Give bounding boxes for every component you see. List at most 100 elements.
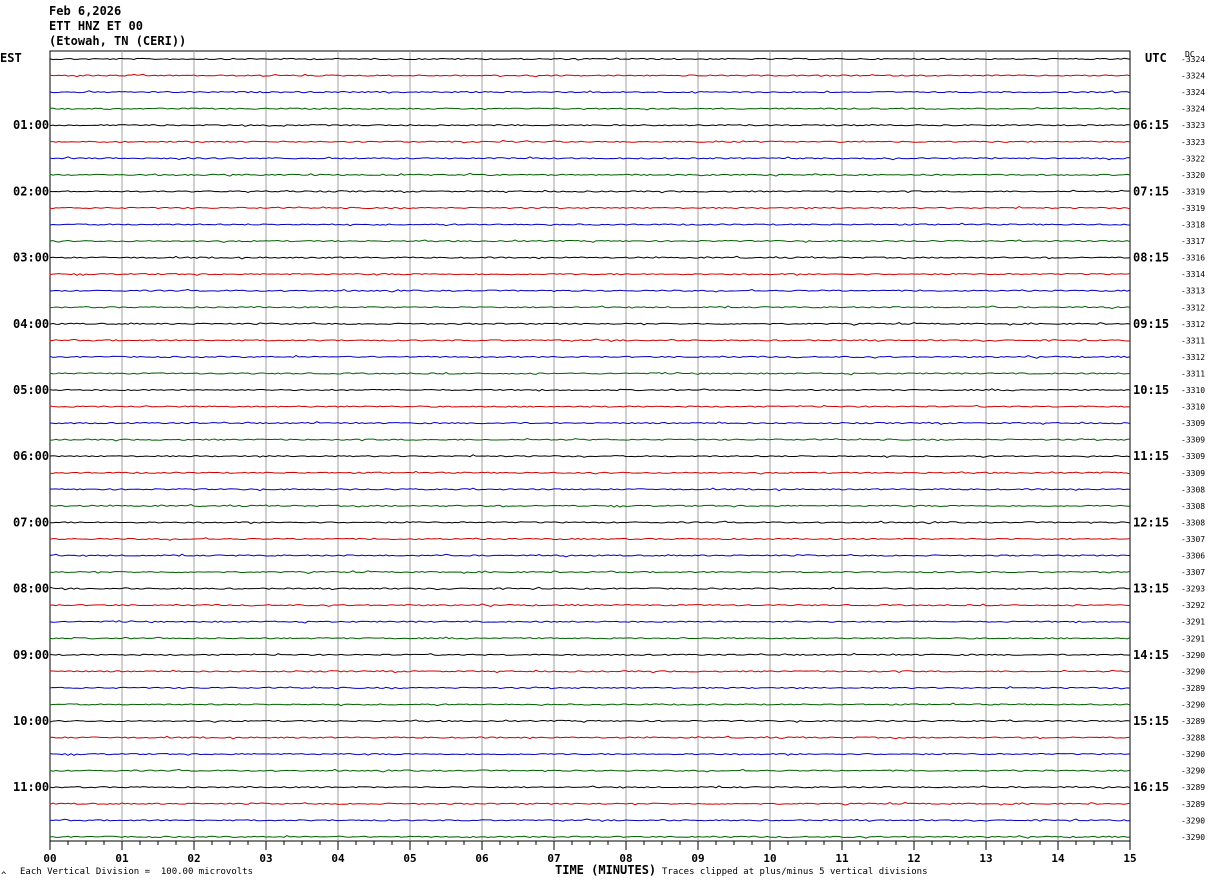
seismic-trace <box>49 354 1131 359</box>
dc-offset-label: -3308 <box>1181 502 1205 511</box>
seismic-trace <box>49 305 1131 310</box>
seismic-trace <box>49 603 1131 608</box>
est-hour-label: 02:00 <box>13 184 49 198</box>
dc-offset-label: -3310 <box>1181 403 1205 412</box>
dc-offset-label: -3324 <box>1181 88 1205 97</box>
dc-offset-label: -3319 <box>1181 187 1205 196</box>
dc-offset-label: -3289 <box>1181 783 1205 792</box>
seismic-trace <box>49 520 1131 525</box>
x-tick-label: 06 <box>475 852 489 865</box>
vertical-scale-note: Each Vertical Division = 100.00 microvol… <box>20 867 253 877</box>
dc-offset-label: -3291 <box>1181 618 1205 627</box>
dc-offset-label: -3322 <box>1181 154 1205 163</box>
seismic-trace <box>49 719 1131 723</box>
dc-offset-label: -3316 <box>1181 254 1205 263</box>
seismic-trace <box>49 669 1131 674</box>
dc-offset-label: -3307 <box>1181 535 1205 544</box>
dc-offset-label: -3314 <box>1181 270 1205 279</box>
seismic-trace <box>49 553 1131 558</box>
dc-offset-label: -3313 <box>1181 287 1205 296</box>
dc-offset-label: -3290 <box>1181 816 1205 825</box>
seismic-trace <box>49 255 1131 260</box>
seismic-trace <box>49 785 1131 790</box>
seismic-trace <box>49 818 1131 822</box>
dc-offset-label: -3319 <box>1181 204 1205 213</box>
seismic-trace <box>49 470 1131 475</box>
seismic-trace <box>49 371 1131 376</box>
utc-hour-label: 08:15 <box>1133 251 1169 265</box>
seismic-trace <box>49 636 1131 640</box>
utc-hour-label: 12:15 <box>1133 515 1169 529</box>
x-tick-label: 02 <box>187 852 200 865</box>
dc-offset-label: -3312 <box>1181 303 1205 312</box>
dc-offset-label: -3324 <box>1181 105 1205 114</box>
seismic-trace <box>49 685 1131 690</box>
dc-offset-label: -3317 <box>1181 237 1205 246</box>
x-tick-label: 04 <box>331 852 345 865</box>
x-tick-label: 01 <box>115 852 129 865</box>
seismic-trace <box>49 503 1131 508</box>
seismic-trace <box>49 73 1131 78</box>
utc-hour-label: 06:15 <box>1133 118 1169 132</box>
utc-hour-label: 09:15 <box>1133 317 1169 331</box>
x-tick-label: 12 <box>907 852 920 865</box>
seismic-trace <box>49 206 1131 210</box>
seismic-trace <box>49 421 1131 425</box>
est-hour-label: 08:00 <box>13 582 49 596</box>
utc-hour-label: 14:15 <box>1133 648 1169 662</box>
dc-offset-label: -3309 <box>1181 419 1205 428</box>
seismic-trace <box>49 388 1131 392</box>
est-hour-label: 04:00 <box>13 317 49 331</box>
seismic-trace <box>49 801 1131 806</box>
seismic-trace <box>49 321 1131 326</box>
x-axis-title: TIME (MINUTES) <box>555 863 657 877</box>
x-tick-label: 00 <box>43 852 56 865</box>
dc-offset-label: -3293 <box>1181 585 1205 594</box>
seismic-trace <box>49 57 1131 61</box>
est-hour-label: 05:00 <box>13 383 49 397</box>
dc-offset-label: -3290 <box>1181 701 1205 710</box>
seismic-trace <box>49 620 1131 624</box>
seismic-trace <box>49 752 1131 756</box>
seismic-trace <box>49 586 1131 591</box>
seismic-trace <box>49 652 1131 656</box>
x-tick-label: 05 <box>403 852 416 865</box>
dc-offset-label: -3311 <box>1181 369 1205 378</box>
seismic-trace <box>49 834 1131 839</box>
dc-offset-label: -3289 <box>1181 717 1205 726</box>
dc-offset-label: -3291 <box>1181 634 1205 643</box>
seismic-trace <box>49 124 1131 127</box>
dc-offset-label: -3308 <box>1181 485 1205 494</box>
dc-offset-label: -3292 <box>1181 601 1205 610</box>
dc-offset-label: -3290 <box>1181 767 1205 776</box>
seismic-trace <box>49 239 1131 243</box>
seismic-trace <box>49 570 1131 574</box>
dc-offset-label: -3290 <box>1181 651 1205 660</box>
dc-offset-label: -3289 <box>1181 800 1205 809</box>
seismic-trace <box>49 107 1131 111</box>
seismic-trace <box>49 139 1131 144</box>
dc-offset-label: -3324 <box>1181 55 1205 64</box>
utc-hour-label: 11:15 <box>1133 449 1169 463</box>
seismic-trace <box>49 172 1131 177</box>
est-hour-label: 03:00 <box>13 251 49 265</box>
seismic-trace <box>49 189 1131 194</box>
seismic-trace <box>49 768 1131 773</box>
seismic-trace <box>49 288 1131 293</box>
seismic-trace <box>49 272 1131 276</box>
x-tick-label: 11 <box>835 852 849 865</box>
dc-offset-label: -3312 <box>1181 353 1205 362</box>
est-hour-label: 09:00 <box>13 648 49 662</box>
dc-offset-label: -3311 <box>1181 336 1205 345</box>
dc-offset-label: -3290 <box>1181 750 1205 759</box>
seismic-trace <box>49 156 1131 161</box>
dc-offset-label: -3309 <box>1181 452 1205 461</box>
dc-offset-label: -3318 <box>1181 221 1205 230</box>
utc-hour-label: 16:15 <box>1133 780 1169 794</box>
seismic-trace <box>49 537 1131 541</box>
seismic-trace <box>49 438 1131 442</box>
seismic-trace <box>49 702 1131 707</box>
dc-offset-label: -3307 <box>1181 568 1205 577</box>
plot-frame <box>49 50 1131 842</box>
dc-offset-label: -3288 <box>1181 734 1205 743</box>
